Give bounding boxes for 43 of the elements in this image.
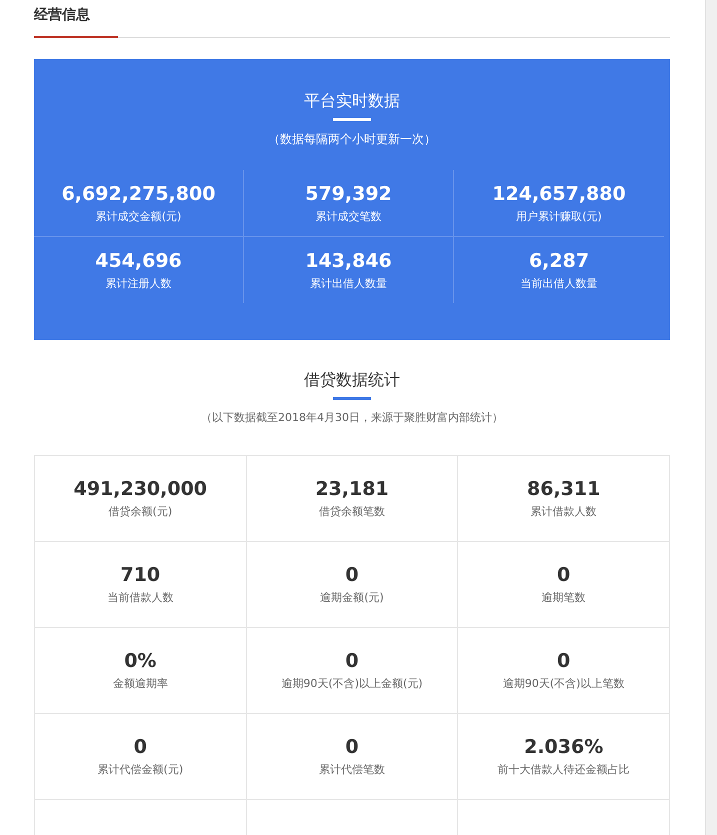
stat-label: 累计注册人数 — [106, 276, 172, 290]
stat-value: 710 — [120, 564, 160, 586]
stat-value: 6,692,275,800 — [62, 182, 216, 204]
stat-label: 累计成交金额(元) — [96, 208, 182, 224]
stat-value: 454,696 — [95, 250, 182, 272]
section-note: （以下数据截至2018年4月30日，来源于聚胜财富内部统计） — [201, 410, 503, 425]
stat-value: 0 — [557, 564, 570, 586]
stat-value: 143,846 — [305, 250, 392, 272]
stat-value: 491,230,000 — [74, 478, 208, 500]
stat-value: 124,657,880 — [492, 182, 626, 204]
stat-label: 逾期90天(不含)以上金额(元) — [281, 676, 423, 691]
stat-value: 0 — [134, 736, 147, 758]
stat-label: 逾期笔数 — [542, 590, 586, 605]
stat-value: 0 — [345, 736, 359, 758]
stat-label: 累计代偿金额(元) — [98, 762, 184, 777]
heading-underline — [333, 397, 371, 400]
stat-label: 当前出借人数量 — [520, 276, 598, 290]
stat-label: 累计借款人数 — [530, 504, 597, 519]
section-title: 经营信息 — [34, 6, 90, 24]
panel-title: 平台实时数据 — [304, 91, 400, 112]
section-heading: 借贷数据统计 — [304, 370, 400, 391]
panel-subtitle: （数据每隔两个小时更新一次） — [268, 131, 436, 148]
stat-label: 逾期90天(不含)以上笔数 — [502, 676, 624, 691]
stat-value: 0 — [557, 650, 570, 672]
title-underline — [333, 118, 371, 121]
stat-value: 23,181 — [315, 478, 389, 500]
stat-label: 借贷余额(元) — [108, 504, 172, 519]
stat-value: 0% — [124, 650, 156, 672]
stat-value: 0 — [345, 564, 359, 586]
stat-label: 当前借款人数 — [107, 590, 174, 605]
stat-label: 累计代偿笔数 — [318, 762, 385, 777]
stat-value: 2.036% — [524, 736, 604, 758]
stat-value: 579,392 — [305, 182, 392, 204]
stat-label: 金额逾期率 — [112, 676, 168, 691]
stat-label: 借贷余额笔数 — [318, 504, 385, 519]
stat-value: 0 — [345, 650, 359, 672]
stat-label: 逾期金额(元) — [320, 590, 384, 605]
stat-value: 6,287 — [528, 250, 590, 272]
stat-value: 86,311 — [527, 478, 600, 500]
stat-label: 累计成交笔数 — [316, 208, 382, 224]
stat-label: 累计出借人数量 — [310, 276, 387, 290]
stat-label: 前十大借款人待还金额占比 — [498, 762, 630, 777]
stat-label: 用户累计赚取(元) — [516, 208, 602, 224]
